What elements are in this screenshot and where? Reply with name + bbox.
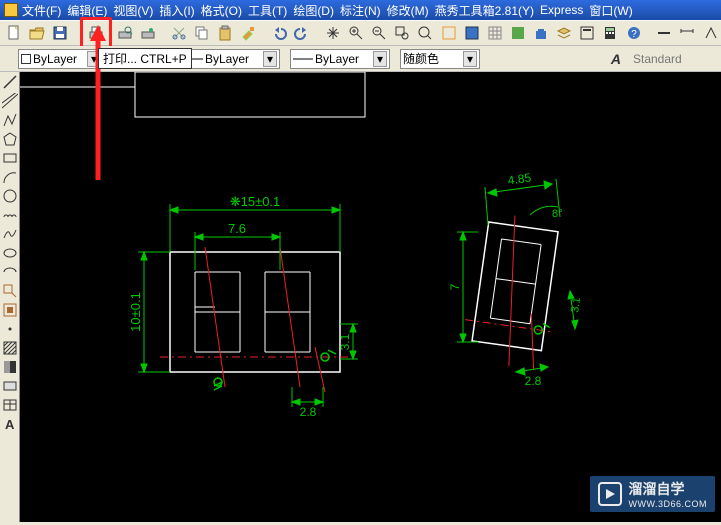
xline-icon[interactable] <box>2 93 18 109</box>
cut-icon[interactable] <box>168 22 189 44</box>
zoom-window-icon[interactable] <box>392 22 413 44</box>
prop-icon[interactable] <box>577 22 598 44</box>
svg-text:?: ? <box>631 29 637 40</box>
draw-toolbar: A <box>0 72 20 522</box>
dim2-width: 4.85 <box>507 170 532 187</box>
text-icon[interactable]: A <box>2 416 18 432</box>
watermark-url: WWW.3D66.COM <box>628 499 707 509</box>
paste-icon[interactable] <box>214 22 235 44</box>
dim-small-width: 2.8 <box>300 405 317 419</box>
ellipse-icon[interactable] <box>2 245 18 261</box>
plot-icon[interactable] <box>85 22 107 44</box>
angle-dim-icon[interactable] <box>700 22 721 44</box>
tooltip: 打印... CTRL+P <box>98 48 192 69</box>
menu-express[interactable]: Express <box>540 3 583 17</box>
plotstyle-dropdown[interactable]: 随颜色 ▾ <box>400 49 480 69</box>
dim-main-height: 10±0.1 <box>128 292 143 332</box>
region-icon[interactable] <box>2 378 18 394</box>
circle-icon[interactable] <box>2 188 18 204</box>
plot-preview-icon[interactable] <box>114 22 135 44</box>
point-icon[interactable] <box>2 321 18 337</box>
dim-icon[interactable] <box>677 22 698 44</box>
line-mode-icon[interactable] <box>654 22 675 44</box>
standard-toolbar: ? <box>0 20 721 46</box>
ortho-icon[interactable] <box>461 22 482 44</box>
help-icon[interactable]: ? <box>623 22 644 44</box>
grid-icon[interactable] <box>484 22 505 44</box>
dim2-angle: 8° <box>552 208 563 220</box>
menu-edit[interactable]: 编辑(E) <box>67 2 107 19</box>
block-icon[interactable] <box>2 302 18 318</box>
lineweight-value: ByLayer <box>315 52 359 66</box>
open-icon[interactable] <box>26 22 47 44</box>
ellipsearc-icon[interactable] <box>2 264 18 280</box>
zoom-rt-icon[interactable] <box>345 22 366 44</box>
dim2-small-height: 3.1 <box>569 297 583 314</box>
layer-icon[interactable] <box>554 22 575 44</box>
plot-highlight <box>80 17 112 49</box>
pan-icon[interactable] <box>322 22 343 44</box>
color-dropdown[interactable]: ByLayer ▾ <box>18 49 104 69</box>
menu-dimension[interactable]: 标注(N) <box>340 2 381 19</box>
purge-icon[interactable] <box>530 22 551 44</box>
gradient-icon[interactable] <box>2 359 18 375</box>
save-icon[interactable] <box>49 22 70 44</box>
properties-toolbar: ByLayer ▾ 打印... CTRL+P ByLayer ▾ ByLayer… <box>0 46 721 72</box>
dim2-height: 7 <box>448 283 462 290</box>
pline-icon[interactable] <box>2 112 18 128</box>
linetype-value: ByLayer <box>205 52 249 66</box>
menu-file[interactable]: 文件(F) <box>22 2 61 19</box>
copy-icon[interactable] <box>191 22 212 44</box>
publish-icon[interactable] <box>137 22 158 44</box>
drawing-area: A <box>0 72 721 522</box>
menu-tools[interactable]: 工具(T) <box>248 2 287 19</box>
app-icon <box>4 3 18 17</box>
dropdown-arrow-icon[interactable]: ▾ <box>373 51 387 67</box>
zoom-icon[interactable] <box>415 22 436 44</box>
rect-icon[interactable] <box>2 150 18 166</box>
color-value: ByLayer <box>33 52 77 66</box>
dim-main-width: ❋15±0.1 <box>230 194 281 209</box>
plotstyle-value: 随颜色 <box>403 50 439 67</box>
dim-inner-width: 7.6 <box>228 221 246 236</box>
hatch-icon[interactable] <box>2 340 18 356</box>
zoom-prev-icon[interactable] <box>369 22 390 44</box>
play-icon <box>598 482 622 506</box>
revcloud-icon[interactable] <box>2 207 18 223</box>
menu-insert[interactable]: 插入(I) <box>159 2 194 19</box>
table-icon[interactable] <box>2 397 18 413</box>
dropdown-arrow-icon[interactable]: ▾ <box>263 51 277 67</box>
menu-view[interactable]: 视图(V) <box>113 2 153 19</box>
menu-format[interactable]: 格式(O) <box>201 2 242 19</box>
undo-icon[interactable] <box>268 22 289 44</box>
arc-icon[interactable] <box>2 169 18 185</box>
dwg-icon[interactable] <box>507 22 528 44</box>
redo-icon[interactable] <box>291 22 312 44</box>
dim-small-height: 3.1 <box>338 333 352 350</box>
dropdown-arrow-icon[interactable]: ▾ <box>463 51 477 67</box>
textstyle-dropdown[interactable]: Standard <box>631 49 721 69</box>
menu-window[interactable]: 窗口(W) <box>589 2 632 19</box>
menu-modify[interactable]: 修改(M) <box>387 2 429 19</box>
menu-draw[interactable]: 绘图(D) <box>293 2 334 19</box>
menu-yanxiu[interactable]: 燕秀工具箱2.81(Y) <box>435 2 534 19</box>
model-space[interactable]: ❋15±0.1 7.6 10±0.1 <box>20 72 721 522</box>
snap-icon[interactable] <box>438 22 459 44</box>
svg-text:A: A <box>5 417 15 432</box>
dim2-small-width: 2.8 <box>525 374 542 388</box>
new-icon[interactable] <box>3 22 24 44</box>
spline-icon[interactable] <box>2 226 18 242</box>
watermark-brand: 溜溜自学 <box>628 479 707 499</box>
textstyle-icon[interactable]: A <box>611 51 621 67</box>
polygon-icon[interactable] <box>2 131 18 147</box>
textstyle-value: Standard <box>633 52 682 66</box>
watermark: 溜溜自学 WWW.3D66.COM <box>590 476 715 512</box>
match-icon[interactable] <box>237 22 258 44</box>
insert-icon[interactable] <box>2 283 18 299</box>
line-icon[interactable] <box>2 74 18 90</box>
lineweight-dropdown[interactable]: ByLayer ▾ <box>290 49 390 69</box>
calc-icon[interactable] <box>600 22 621 44</box>
